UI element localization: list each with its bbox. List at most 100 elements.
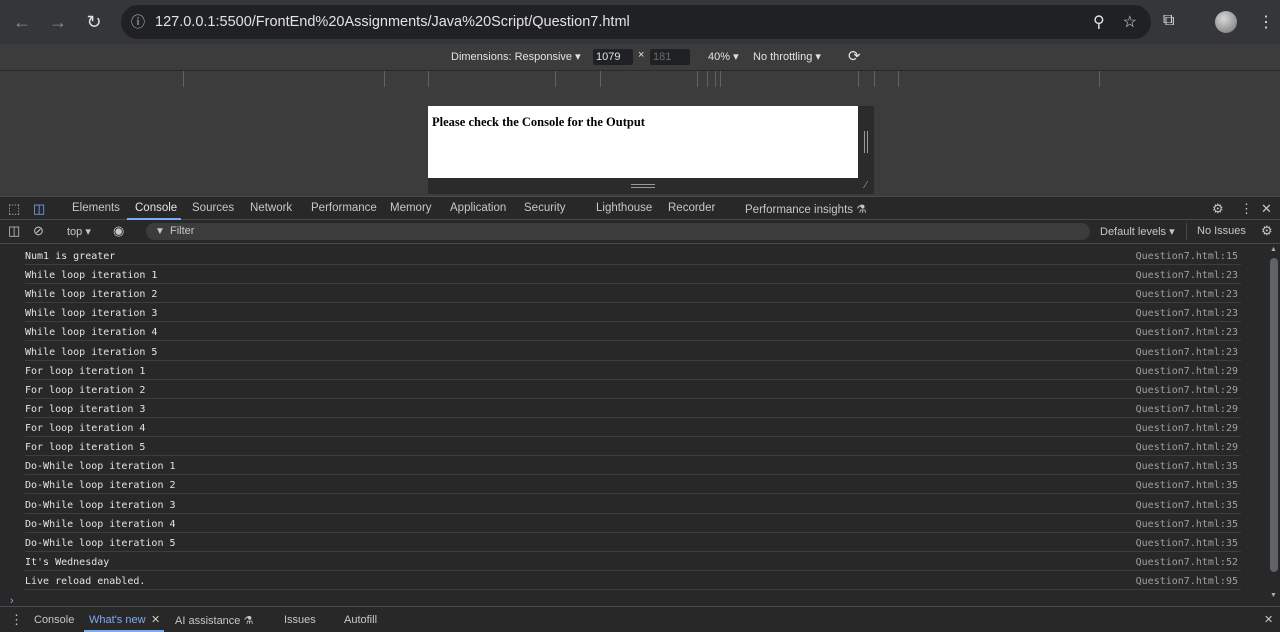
- console-message-text: Do-While loop iteration 1: [25, 461, 176, 473]
- site-info-icon[interactable]: ⓘ: [121, 12, 155, 32]
- settings-gear-icon[interactable]: ⚙: [1212, 201, 1224, 217]
- inspect-element-icon[interactable]: ⬚: [8, 201, 20, 217]
- console-message-text: Do-While loop iteration 2: [25, 480, 176, 492]
- console-toolbar: ◫ ⊘ top ▾ ◉ ▼ Filter Default levels ▾ No…: [0, 220, 1280, 244]
- context-selector[interactable]: top ▾: [67, 225, 91, 238]
- tab-lighthouse[interactable]: Lighthouse: [596, 202, 652, 214]
- scrollbar-thumb[interactable]: [1270, 258, 1278, 572]
- live-expression-eye-icon[interactable]: ◉: [113, 223, 124, 239]
- sidebar-toggle-icon[interactable]: ◫: [8, 223, 20, 239]
- drawer-tab-autofill[interactable]: Autofill: [344, 614, 377, 626]
- console-message-text: While loop iteration 3: [25, 308, 158, 320]
- reload-icon[interactable]: ↻: [76, 4, 112, 40]
- rotate-icon[interactable]: ⟳: [848, 47, 861, 65]
- tab-network[interactable]: Network: [250, 202, 292, 214]
- page-heading: Please check the Console for the Output: [432, 115, 645, 129]
- viewport-resize-corner-handle[interactable]: ∕: [858, 178, 874, 194]
- console-message-text: While loop iteration 2: [25, 289, 158, 301]
- filter-funnel-icon: ▼: [155, 226, 165, 237]
- console-source-link[interactable]: Question7.html:35: [1136, 519, 1238, 530]
- console-source-link[interactable]: Question7.html:23: [1136, 327, 1238, 338]
- console-source-link[interactable]: Question7.html:35: [1136, 500, 1238, 511]
- issues-counter[interactable]: No Issues: [1197, 225, 1246, 237]
- console-source-link[interactable]: Question7.html:23: [1136, 347, 1238, 358]
- console-message-text: Do-While loop iteration 5: [25, 537, 176, 549]
- tab-elements[interactable]: Elements: [72, 202, 120, 214]
- viewport-resize-right-handle[interactable]: [858, 106, 874, 178]
- console-message-text: While loop iteration 4: [25, 327, 158, 339]
- drawer-menu-icon[interactable]: ⋮: [10, 612, 23, 628]
- close-drawer-icon[interactable]: ✕: [1264, 613, 1273, 626]
- console-source-link[interactable]: Question7.html:35: [1136, 461, 1238, 472]
- profile-avatar[interactable]: [1215, 11, 1237, 33]
- dimensions-label: Dimensions: Responsive: [451, 51, 573, 63]
- drawer-tab-ai-assistance[interactable]: AI assistance ⚗: [175, 614, 253, 627]
- console-settings-gear-icon[interactable]: ⚙: [1261, 223, 1273, 239]
- console-source-link[interactable]: Question7.html:29: [1136, 423, 1238, 434]
- page-content: Please check the Console for the Output: [428, 106, 858, 178]
- log-levels-dropdown[interactable]: Default levels ▾: [1100, 225, 1175, 238]
- devtools-drawer: ⋮ Console What's new ✕ AI assistance ⚗ I…: [0, 606, 1280, 632]
- filter-placeholder: Filter: [170, 225, 195, 237]
- console-source-link[interactable]: Question7.html:29: [1136, 404, 1238, 415]
- devtools-menu-icon[interactable]: ⋮: [1240, 201, 1253, 217]
- log-levels-label: Default levels: [1100, 226, 1167, 238]
- clear-console-icon[interactable]: ⊘: [33, 223, 44, 239]
- console-source-link[interactable]: Question7.html:29: [1136, 385, 1238, 396]
- console-source-link[interactable]: Question7.html:15: [1136, 251, 1238, 262]
- console-source-link[interactable]: Question7.html:52: [1136, 557, 1238, 568]
- width-input[interactable]: 1079: [593, 49, 633, 65]
- dimensions-dropdown[interactable]: Dimensions: Responsive ▾: [451, 50, 581, 63]
- console-message-text: For loop iteration 1: [25, 365, 146, 377]
- tab-recorder[interactable]: Recorder: [668, 202, 715, 214]
- device-toolbar: Dimensions: Responsive ▾ 1079 × 181 40% …: [0, 44, 1280, 70]
- scroll-down-icon[interactable]: ▼: [1270, 592, 1277, 599]
- console-message-row: For loop iteration 3 Question7.html:29: [25, 399, 1241, 418]
- url-text[interactable]: 127.0.0.1:5500/FrontEnd%20Assignments/Ja…: [155, 14, 630, 30]
- console-message-row: Num1 is greater Question7.html:15: [25, 246, 1241, 265]
- scroll-up-icon[interactable]: ▲: [1270, 246, 1277, 253]
- console-source-link[interactable]: Question7.html:23: [1136, 308, 1238, 319]
- tab-performance[interactable]: Performance: [311, 202, 377, 214]
- console-source-link[interactable]: Question7.html:35: [1136, 538, 1238, 549]
- tab-application[interactable]: Application: [450, 202, 506, 214]
- back-icon[interactable]: ←: [4, 4, 40, 40]
- flask-icon: ⚗: [856, 204, 867, 216]
- console-source-link[interactable]: Question7.html:35: [1136, 480, 1238, 491]
- address-bar[interactable]: ⓘ 127.0.0.1:5500/FrontEnd%20Assignments/…: [121, 5, 1151, 39]
- console-scrollbar[interactable]: ▲ ▼: [1268, 244, 1280, 606]
- height-input[interactable]: 181: [650, 49, 690, 65]
- tab-performance-insights[interactable]: Performance insights ⚗: [745, 202, 867, 216]
- tab-memory[interactable]: Memory: [390, 202, 432, 214]
- throttling-dropdown[interactable]: No throttling ▾: [753, 50, 821, 63]
- filter-input[interactable]: ▼ Filter: [146, 223, 1090, 240]
- close-tab-icon[interactable]: ✕: [151, 613, 160, 626]
- console-message-row: While loop iteration 2 Question7.html:23: [25, 284, 1241, 304]
- viewport-resize-bottom-handle[interactable]: [428, 178, 858, 194]
- tab-sources[interactable]: Sources: [192, 202, 234, 214]
- drawer-tab-issues[interactable]: Issues: [284, 614, 316, 626]
- forward-icon[interactable]: →: [40, 4, 76, 40]
- menu-kebab-icon[interactable]: ⋮: [1258, 12, 1274, 32]
- console-source-link[interactable]: Question7.html:29: [1136, 366, 1238, 377]
- drawer-tab-console[interactable]: Console: [34, 614, 74, 626]
- close-devtools-icon[interactable]: ✕: [1261, 201, 1272, 217]
- chevron-down-icon: ▾: [733, 51, 739, 63]
- console-message-text: For loop iteration 4: [25, 423, 146, 435]
- bookmark-star-icon[interactable]: ☆: [1123, 12, 1137, 32]
- tab-console[interactable]: Console: [135, 202, 177, 214]
- console-message-text: Do-While loop iteration 4: [25, 518, 176, 530]
- console-source-link[interactable]: Question7.html:95: [1136, 576, 1238, 587]
- zoom-icon[interactable]: ⚲: [1093, 12, 1105, 32]
- console-source-link[interactable]: Question7.html:29: [1136, 442, 1238, 453]
- extensions-icon[interactable]: ⧉: [1163, 12, 1174, 30]
- drawer-tab-ai-assistance-label: AI assistance: [175, 615, 241, 627]
- chevron-down-icon: ▾: [575, 51, 581, 63]
- zoom-dropdown[interactable]: 40% ▾: [708, 50, 739, 63]
- device-toggle-icon[interactable]: ◫: [33, 201, 45, 217]
- console-message-row: While loop iteration 3 Question7.html:23: [25, 303, 1241, 323]
- console-source-link[interactable]: Question7.html:23: [1136, 289, 1238, 300]
- console-source-link[interactable]: Question7.html:23: [1136, 270, 1238, 281]
- tab-security[interactable]: Security: [524, 202, 566, 214]
- drawer-tab-whats-new[interactable]: What's new: [89, 614, 146, 626]
